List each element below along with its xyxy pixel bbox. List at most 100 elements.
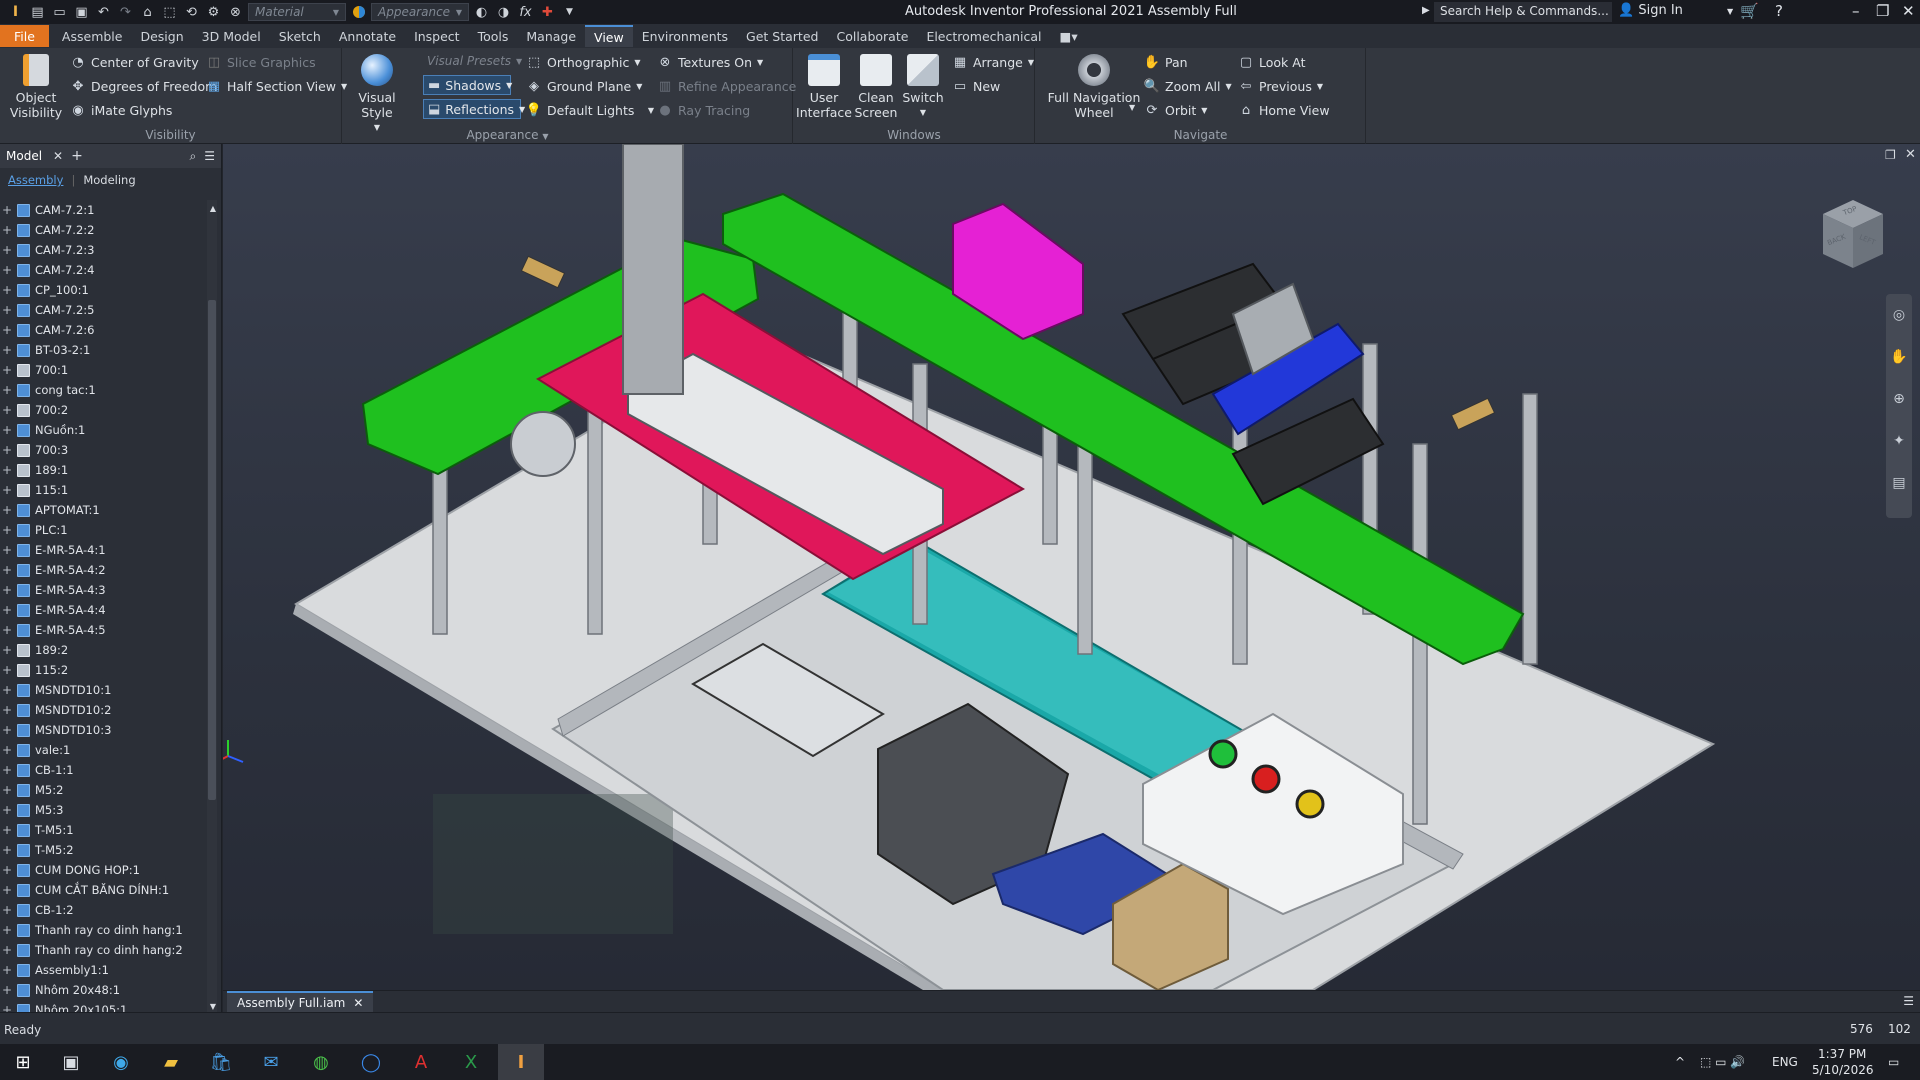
inventor-logo-icon[interactable]: I <box>6 3 25 21</box>
expand-icon[interactable]: + <box>0 523 14 537</box>
user-interface-button[interactable]: User Interface <box>796 54 852 120</box>
browser-tree-item[interactable]: + M5:3 <box>0 800 206 820</box>
expand-icon[interactable]: + <box>0 483 14 497</box>
customize-icon[interactable]: ▼ <box>560 3 579 21</box>
refine-appearance-button[interactable]: ▥ Refine Appearance <box>657 76 797 96</box>
help-icon[interactable]: ? <box>1775 2 1783 20</box>
browser-tree-item[interactable]: +700:1 <box>0 360 206 380</box>
browser-tree-item[interactable]: + Thanh ray co dinh hang:2 <box>0 940 206 960</box>
expand-icon[interactable]: + <box>0 383 14 397</box>
browser-tree-item[interactable]: + CAM-7.2:2 <box>0 220 206 240</box>
expand-icon[interactable]: + <box>0 803 14 817</box>
expand-icon[interactable]: + <box>0 743 14 757</box>
expand-icon[interactable]: + <box>0 263 14 277</box>
task-view-icon[interactable]: ▣ <box>48 1044 94 1080</box>
browser-tree-item[interactable]: + CAM-7.2:6 <box>0 320 206 340</box>
excel-icon[interactable]: X <box>448 1044 494 1080</box>
browser-tree-item[interactable]: + cong tac:1 <box>0 380 206 400</box>
chevron-up-icon[interactable]: ▲ <box>210 204 216 213</box>
tabs-menu-icon[interactable]: ☰ <box>1903 994 1914 1008</box>
reflections-toggle[interactable]: ⬓ Reflections ▼ <box>423 99 525 119</box>
clock-date[interactable]: 5/10/2026 <box>1812 1063 1874 1077</box>
home-view-button[interactable]: ⌂ Home View <box>1238 100 1330 120</box>
browser-tree-item[interactable]: + CAM-7.2:5 <box>0 300 206 320</box>
search-icon[interactable]: ⌕ <box>190 149 197 164</box>
imate-glyphs-button[interactable]: ◉ iMate Glyphs <box>70 100 172 120</box>
close-viewport-icon[interactable]: ✕ <box>1905 147 1916 162</box>
browser-tree-item[interactable]: + E-MR-5A-4:2 <box>0 560 206 580</box>
expand-icon[interactable]: + <box>0 463 14 477</box>
inventor-taskbar-icon[interactable]: I <box>498 1044 544 1080</box>
browser-tree-item[interactable]: +700:2 <box>0 400 206 420</box>
browser-tree-item[interactable]: + E-MR-5A-4:5 <box>0 620 206 640</box>
zalo-icon[interactable]: ◯ <box>348 1044 394 1080</box>
browser-tree-item[interactable]: + MSNDTD10:2 <box>0 700 206 720</box>
expand-icon[interactable]: + <box>0 403 14 417</box>
arrange-button[interactable]: ▦ Arrange ▼ <box>952 52 1034 72</box>
browser-tree-item[interactable]: + PLC:1 <box>0 520 206 540</box>
restore-icon[interactable]: ❐ <box>1876 2 1889 20</box>
clock-time[interactable]: 1:37 PM <box>1818 1047 1866 1061</box>
previous-view-button[interactable]: ⇦ Previous ▼ <box>1238 76 1323 96</box>
browser-tree-item[interactable]: + APTOMAT:1 <box>0 500 206 520</box>
scrollbar-thumb[interactable] <box>208 300 216 800</box>
expand-icon[interactable]: + <box>0 603 14 617</box>
tab-3d-model[interactable]: 3D Model <box>193 25 270 47</box>
browser-tree-item[interactable]: + Thanh ray co dinh hang:1 <box>0 920 206 940</box>
expand-icon[interactable]: + <box>0 843 14 857</box>
chrome-icon[interactable]: ◍ <box>298 1044 344 1080</box>
browser-tree-item[interactable]: +189:2 <box>0 640 206 660</box>
tab-electromechanical[interactable]: Electromechanical <box>917 25 1050 47</box>
plus-icon[interactable]: ✚ <box>538 3 557 21</box>
fx-parameters-icon[interactable]: fx <box>516 3 535 21</box>
look-at-button[interactable]: ▢ Look At <box>1238 52 1306 72</box>
degrees-of-freedom-button[interactable]: ✥ Degrees of Freedom <box>70 76 218 96</box>
browser-tree-item[interactable]: + T-M5:1 <box>0 820 206 840</box>
expand-icon[interactable]: + <box>0 863 14 877</box>
browser-tree-item[interactable]: + CUM CẮT BĂNG DÍNH:1 <box>0 880 206 900</box>
close-icon[interactable]: ✕ <box>353 996 363 1010</box>
browser-tree-item[interactable]: + E-MR-5A-4:4 <box>0 600 206 620</box>
model-browser-tab[interactable]: Model <box>3 149 45 163</box>
select-icon[interactable]: ⬚ <box>160 3 179 21</box>
browser-scrollbar[interactable] <box>207 200 217 1014</box>
tab-annotate[interactable]: Annotate <box>330 25 405 47</box>
modeling-tab[interactable]: Modeling <box>83 173 135 187</box>
orbit-button[interactable]: ⟳ Orbit ▼ <box>1144 100 1208 120</box>
graphics-viewport[interactable]: TOP BACK LEFT ❐ ✕ <box>223 144 1920 990</box>
undo-icon[interactable]: ↶ <box>94 3 113 21</box>
tab-inspect[interactable]: Inspect <box>405 25 469 47</box>
tab-collaborate[interactable]: Collaborate <box>827 25 917 47</box>
visual-style-button[interactable]: Visual Style ▼ <box>349 54 405 135</box>
pan-hand-icon[interactable]: ✋ <box>1886 336 1912 378</box>
browser-tree-item[interactable]: + vale:1 <box>0 740 206 760</box>
expand-icon[interactable]: + <box>0 963 14 977</box>
cancel-icon[interactable]: ⊗ <box>226 3 245 21</box>
viewcube[interactable]: TOP BACK LEFT <box>1821 198 1885 270</box>
expand-icon[interactable]: + <box>0 703 14 717</box>
tab-tools[interactable]: Tools <box>469 25 518 47</box>
expand-icon[interactable]: + <box>0 323 14 337</box>
browser-tree-item[interactable]: +700:3 <box>0 440 206 460</box>
expand-icon[interactable]: + <box>0 503 14 517</box>
chevron-down-icon[interactable]: ▼ <box>210 1002 216 1011</box>
acrobat-icon[interactable]: A <box>398 1044 444 1080</box>
tab-manage[interactable]: Manage <box>517 25 585 47</box>
update-icon[interactable]: ⟲ <box>182 3 201 21</box>
browser-tree-item[interactable]: + CUM DONG HOP:1 <box>0 860 206 880</box>
expand-icon[interactable]: + <box>0 243 14 257</box>
new-file-icon[interactable]: ▤ <box>28 3 47 21</box>
textures-on-button[interactable]: ⊗ Textures On ▼ <box>657 52 764 72</box>
close-icon[interactable]: ✕ <box>53 149 63 163</box>
browser-tree-item[interactable]: + CAM-7.2:4 <box>0 260 206 280</box>
document-tab[interactable]: Assembly Full.iam ✕ <box>227 991 374 1013</box>
new-window-button[interactable]: ▭ New <box>952 76 1000 96</box>
open-folder-icon[interactable]: ▭ <box>50 3 69 21</box>
expand-icon[interactable]: + <box>0 283 14 297</box>
file-explorer-icon[interactable]: ▰ <box>148 1044 194 1080</box>
expand-icon[interactable]: + <box>0 903 14 917</box>
expand-icon[interactable]: + <box>0 723 14 737</box>
assembly-tab[interactable]: Assembly <box>8 173 63 187</box>
language-indicator[interactable]: ENG <box>1772 1055 1798 1069</box>
notification-icon[interactable]: ▭ <box>1888 1055 1899 1069</box>
